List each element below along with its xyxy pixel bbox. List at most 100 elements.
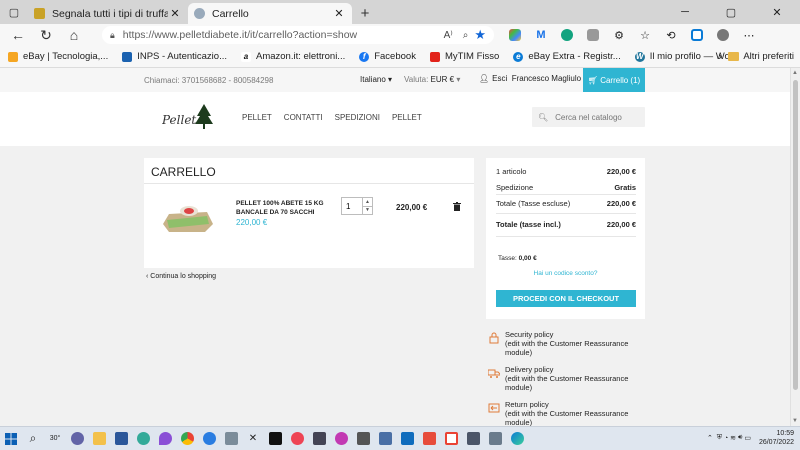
favorite-star-icon[interactable]: ★ bbox=[474, 27, 486, 43]
continue-shopping-link[interactable]: ‹ Continua lo shopping bbox=[146, 273, 216, 280]
chevron-up-icon[interactable]: ⌃ bbox=[707, 434, 713, 442]
bookmark-ebay-extra[interactable]: e eBay Extra - Registr... bbox=[513, 51, 621, 62]
read-aloud-icon[interactable]: A⁾ bbox=[444, 30, 453, 41]
word-icon[interactable] bbox=[110, 428, 132, 450]
coupon-link[interactable]: Hai un codice sconto? bbox=[486, 270, 645, 277]
quantity-up-icon[interactable]: ▲ bbox=[363, 198, 372, 207]
quantity-down-icon[interactable]: ▼ bbox=[363, 207, 372, 215]
file-explorer-icon[interactable] bbox=[88, 428, 110, 450]
app-icon[interactable] bbox=[308, 428, 330, 450]
tab-truffa[interactable]: Segnala tutti i tipi di truffa | Mod ✕ bbox=[28, 3, 188, 24]
chat-icon[interactable] bbox=[66, 428, 88, 450]
currency-selector[interactable]: Valuta: EUR € ▾ bbox=[404, 75, 460, 84]
favorites-icon[interactable]: ☆ bbox=[632, 29, 658, 42]
extensions-puzzle-icon[interactable]: ⚙ bbox=[606, 29, 632, 42]
app-icon[interactable] bbox=[484, 428, 506, 450]
history-icon[interactable]: ⟲ bbox=[658, 29, 684, 42]
weather-widget[interactable]: 30° bbox=[44, 428, 66, 450]
product-image[interactable] bbox=[159, 198, 215, 238]
collections-icon[interactable] bbox=[684, 29, 710, 41]
search-input[interactable] bbox=[555, 112, 636, 122]
checkout-button[interactable]: PROCEDI CON IL CHECKOUT bbox=[496, 290, 636, 307]
menu-item-contatti[interactable]: CONTATTI bbox=[284, 113, 323, 122]
address-bar-row: ← ↻ ⌂ 🔒︎ https://www.pelletdiabete.it/it… bbox=[0, 24, 800, 46]
close-tab-icon[interactable]: ✕ bbox=[168, 7, 182, 20]
edge-icon: e bbox=[513, 51, 524, 62]
account-link[interactable]: Francesco Magliulo bbox=[512, 74, 581, 83]
search-icon[interactable]: ⌕ bbox=[22, 428, 44, 450]
tab-carrello[interactable]: Carrello ✕ bbox=[188, 3, 352, 24]
app-icon[interactable] bbox=[264, 428, 286, 450]
app-icon[interactable] bbox=[330, 428, 352, 450]
lock-icon[interactable]: 🔒︎ bbox=[110, 30, 115, 41]
language-selector[interactable]: Italiano ▾ bbox=[360, 75, 392, 84]
extension-icon[interactable] bbox=[502, 29, 528, 41]
bookmark-wordpress[interactable]: W Il mio profilo — Wo... bbox=[634, 51, 738, 62]
app-icon[interactable] bbox=[198, 428, 220, 450]
app-icon[interactable] bbox=[286, 428, 308, 450]
divider bbox=[496, 213, 636, 214]
more-menu-icon[interactable]: ⋯ bbox=[736, 29, 762, 42]
scroll-up-icon[interactable]: ▲ bbox=[792, 70, 798, 76]
maximize-icon[interactable]: ▢ bbox=[708, 0, 754, 24]
bookmark-amazon[interactable]: a Amazon.it: elettroni... bbox=[240, 51, 345, 62]
close-tab-icon[interactable]: ✕ bbox=[332, 7, 346, 20]
clock[interactable]: 10:59 26/07/2022 bbox=[759, 429, 794, 447]
scroll-down-icon[interactable]: ▼ bbox=[792, 418, 798, 424]
edge-icon[interactable] bbox=[506, 428, 528, 450]
product-name[interactable]: PELLET 100% ABETE 15 KG BANCALE DA 70 SA… bbox=[236, 199, 326, 217]
refresh-icon[interactable]: ↻ bbox=[32, 24, 60, 46]
outlook-icon[interactable] bbox=[396, 428, 418, 450]
app-icon[interactable] bbox=[132, 428, 154, 450]
other-bookmarks[interactable]: Altri preferiti bbox=[728, 51, 794, 62]
network-icon[interactable]: ◔ bbox=[724, 435, 728, 442]
app-icon[interactable] bbox=[418, 428, 440, 450]
scrollbar-thumb[interactable] bbox=[793, 80, 798, 390]
bookmark-ebay[interactable]: eBay | Tecnologia,... bbox=[8, 51, 108, 62]
chrome-icon[interactable] bbox=[176, 428, 198, 450]
app-icon[interactable] bbox=[462, 428, 484, 450]
start-icon[interactable] bbox=[0, 428, 22, 450]
volume-icon[interactable]: 🔊︎ bbox=[738, 434, 742, 442]
wordpress-icon: W bbox=[634, 51, 645, 62]
app-icon[interactable] bbox=[374, 428, 396, 450]
home-icon[interactable]: ⌂ bbox=[60, 24, 88, 46]
app-icon[interactable] bbox=[154, 428, 176, 450]
search-icon[interactable]: 🔍︎ bbox=[538, 113, 548, 122]
new-tab-button[interactable]: + bbox=[352, 2, 378, 24]
lock-icon bbox=[489, 332, 499, 344]
summary-value: 220,00 € bbox=[606, 199, 636, 208]
menu-item-pellet-2[interactable]: PELLET bbox=[392, 113, 422, 122]
delete-icon[interactable] bbox=[453, 202, 461, 211]
divider bbox=[496, 194, 636, 195]
bookmark-inps[interactable]: INPS - Autenticazio... bbox=[122, 51, 227, 62]
extension-icon[interactable] bbox=[580, 29, 606, 41]
menu-item-spedizioni[interactable]: SPEDIZIONI bbox=[335, 113, 380, 122]
tab-actions-icon[interactable]: ▢ bbox=[0, 0, 28, 24]
quantity-input[interactable] bbox=[342, 198, 362, 214]
app-icon[interactable]: ✕ bbox=[242, 428, 264, 450]
app-icon[interactable] bbox=[352, 428, 374, 450]
page-scrollbar[interactable]: ▲ ▼ bbox=[790, 68, 800, 426]
cart-panel: CARRELLO PELLET 100% ABETE 15 KG BANCALE… bbox=[144, 158, 474, 268]
defender-icon[interactable]: ⛨ bbox=[717, 434, 722, 442]
zoom-icon[interactable]: ⌕ bbox=[463, 30, 469, 41]
profile-avatar[interactable] bbox=[710, 29, 736, 41]
minimize-icon[interactable]: ─ bbox=[662, 0, 708, 24]
logout-link[interactable]: Esci bbox=[492, 74, 507, 83]
gmail-icon[interactable] bbox=[440, 428, 462, 450]
wifi-icon[interactable]: ≋ bbox=[730, 434, 736, 442]
bookmark-mytim[interactable]: MyTIM Fisso bbox=[429, 51, 499, 62]
cart-button[interactable]: 🛒︎ Carrello (1) bbox=[583, 68, 645, 92]
url-field[interactable]: 🔒︎ https://www.pelletdiabete.it/it/carre… bbox=[102, 26, 494, 44]
menu-item-pellet[interactable]: PELLET bbox=[242, 113, 272, 122]
extension-icon[interactable] bbox=[554, 29, 580, 41]
bookmark-facebook[interactable]: f Facebook bbox=[359, 51, 416, 62]
app-icon[interactable] bbox=[220, 428, 242, 450]
close-window-icon[interactable]: ✕ bbox=[754, 0, 800, 24]
extension-icon[interactable]: M bbox=[528, 29, 554, 41]
chevron-right-icon[interactable]: › bbox=[718, 51, 722, 63]
back-icon[interactable]: ← bbox=[4, 24, 32, 46]
battery-icon[interactable]: ▭ bbox=[744, 434, 751, 442]
shop-logo[interactable]: Pellet bbox=[162, 102, 214, 132]
